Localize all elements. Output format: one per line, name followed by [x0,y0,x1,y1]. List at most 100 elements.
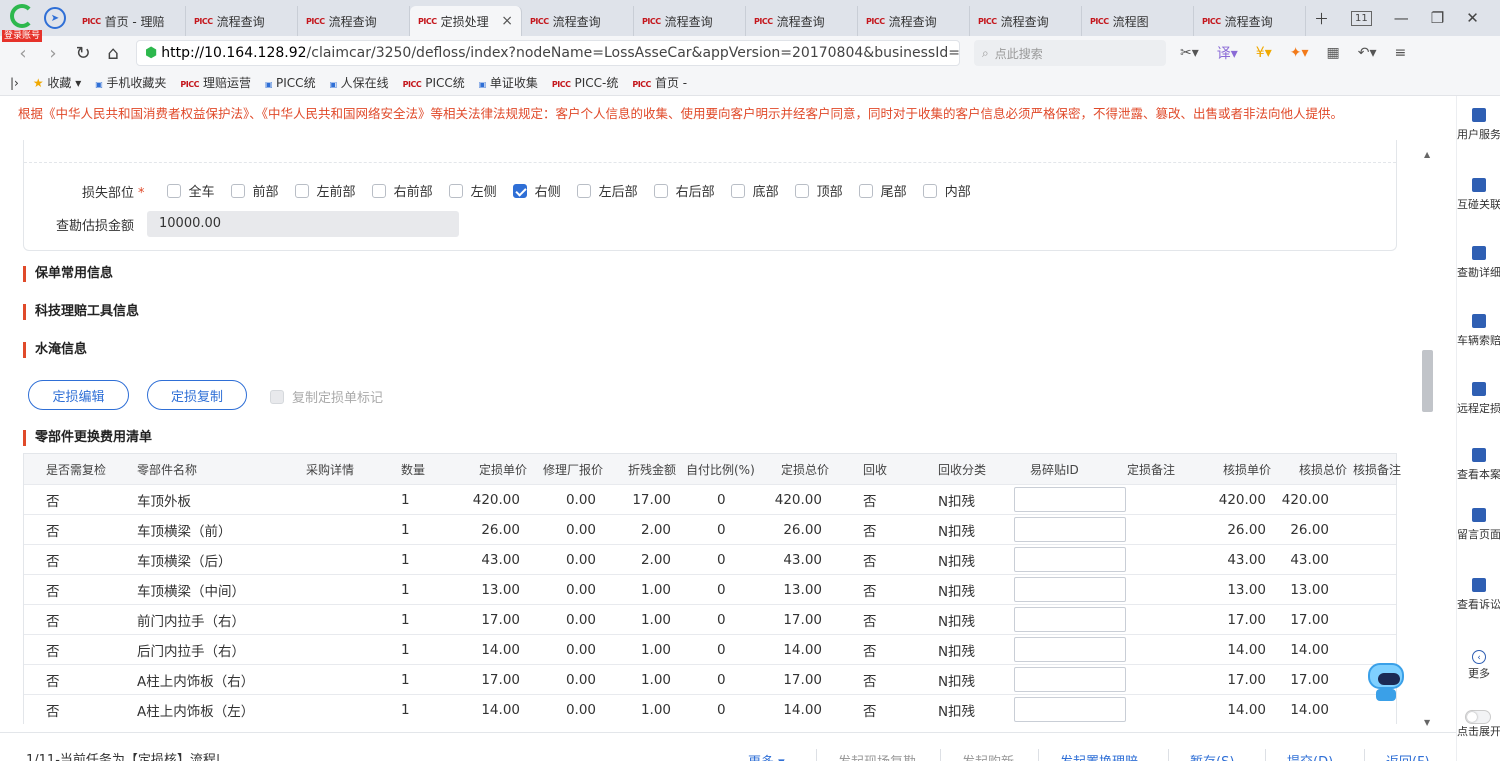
fragile-sticker-id-input[interactable] [1014,577,1126,602]
right-panel-item-2[interactable]: 互碰关联 [1457,178,1500,211]
translate-icon[interactable]: 译▾ [1217,43,1238,63]
fragile-sticker-id-input[interactable] [1014,637,1126,662]
close-tab-icon[interactable]: × [501,13,513,29]
checkbox-icon[interactable] [858,183,873,198]
loss-part-option-9[interactable]: 底部 [730,181,779,200]
checkbox-icon[interactable] [371,183,386,198]
tab-10[interactable]: PICC 流程图 [1082,6,1194,36]
right-panel-item-1[interactable]: 用户服务 [1457,108,1500,141]
right-panel-item-3[interactable]: 查勘详细信息 [1457,246,1500,279]
loss-part-option-2[interactable]: 前部 [230,181,279,200]
copy-loss-button[interactable]: 定损复制 [147,380,247,410]
tab-5[interactable]: PICC 流程查询 [522,6,634,36]
checkbox-icon[interactable] [576,183,591,198]
undo-icon[interactable]: ↶▾ [1358,45,1377,61]
fragile-sticker-id-input[interactable] [1014,517,1126,542]
loss-part-option-12[interactable]: 内部 [922,181,971,200]
loss-part-option-8[interactable]: 右后部 [653,181,715,200]
grid-icon[interactable]: ▦ [1327,45,1340,61]
tab-count-badge[interactable]: 11 [1351,10,1372,26]
section-tech-tools[interactable]: 科技理赔工具信息 [23,304,139,320]
right-panel-item-8[interactable]: 查看诉讼信息 [1457,578,1500,611]
checkbox-icon[interactable] [230,183,245,198]
loss-part-option-7[interactable]: 左后部 [576,181,638,200]
coin-icon[interactable]: ¥▾ [1256,45,1272,61]
copy-flag-checkbox[interactable]: 复制定损单标记 [270,387,383,406]
checkbox-icon[interactable] [294,183,309,198]
scissors-icon[interactable]: ✂▾ [1180,45,1199,61]
home-icon[interactable]: ⌂ [98,43,128,64]
forward-icon[interactable]: › [38,43,68,64]
bookmark-8[interactable]: PICC PICC-统 [552,74,618,91]
section-flood-info[interactable]: 水淹信息 [23,342,87,358]
right-panel-item-9[interactable]: ‹ 更多 [1457,650,1500,680]
checkbox-icon[interactable] [794,183,809,198]
bookmark-1[interactable]: ★ 收藏 ▾ [33,74,81,91]
loss-part-option-3[interactable]: 左前部 [294,181,356,200]
bookmark-3[interactable]: PICC 理赔运营 [180,74,251,91]
tab-3[interactable]: PICC 流程查询 [298,6,410,36]
menu-icon[interactable]: ≡ [1395,45,1407,61]
loss-part-option-11[interactable]: 尾部 [858,181,907,200]
restore-icon[interactable]: ❐ [1431,9,1444,27]
right-panel-item-10[interactable]: 点击展开 [1457,726,1500,738]
section-policy-info[interactable]: 保单常用信息 [23,266,113,282]
tab-9[interactable]: PICC 流程查询 [970,6,1082,36]
search-input[interactable]: ⌕ 点此搜索 [974,40,1166,66]
return-button[interactable]: 返回(F) [1386,751,1430,761]
tab-6[interactable]: PICC 流程查询 [634,6,746,36]
fragile-sticker-id-input[interactable] [1014,607,1126,632]
scroll-down-icon[interactable]: ▼ [1424,718,1430,727]
loss-part-option-6[interactable]: 右侧 [512,181,561,200]
sidebar-toggle-icon[interactable]: |› [10,76,19,90]
bookmark-2[interactable]: ▣ 手机收藏夹 [95,74,166,91]
submit-button[interactable]: 提交(D) [1287,751,1333,761]
tab-7[interactable]: PICC 流程查询 [746,6,858,36]
page-scrollbar[interactable]: ▲ ▼ [1420,140,1436,732]
scroll-up-icon[interactable]: ▲ [1424,150,1430,159]
fragile-sticker-id-input[interactable] [1014,487,1126,512]
bookmark-7[interactable]: ▣ 单证收集 [479,74,538,91]
loss-part-option-5[interactable]: 左侧 [448,181,497,200]
bookmark-4[interactable]: ▣ PICC统 [265,74,316,91]
edit-loss-button[interactable]: 定损编辑 [28,380,129,410]
save-draft-button[interactable]: 暂存(S) [1190,751,1234,761]
url-input[interactable]: ⬢ http://10.164.128.92 /claimcar/3250/de… [136,40,960,66]
checkbox-icon[interactable] [166,183,181,198]
tab-11[interactable]: PICC 流程查询 [1194,6,1306,36]
login-account-badge[interactable]: 登录账号 [2,30,43,42]
game-icon[interactable]: ✦▾ [1290,45,1309,61]
scrollbar-thumb[interactable] [1422,350,1433,412]
fragile-sticker-id-input[interactable] [1014,697,1126,722]
right-panel-item-6[interactable]: 查看本案照片 [1457,448,1500,481]
section-parts-list[interactable]: 零部件更换费用清单 [23,430,152,446]
bookmark-5[interactable]: ▣ 人保在线 [330,74,389,91]
back-icon[interactable]: ‹ [8,43,38,64]
tab-4[interactable]: PICC 定损处理 × [410,6,522,36]
bookmark-9[interactable]: PICC 首页 - [632,74,687,91]
fragile-sticker-id-input[interactable] [1014,667,1126,692]
initiate-purchase-button[interactable]: 发起购新 [962,751,1014,761]
assistant-robot-icon[interactable] [1366,661,1406,705]
right-panel-item-4[interactable]: 车辆索赔清单 [1457,314,1500,347]
checkbox-icon[interactable] [512,183,527,198]
replacement-claim-button[interactable]: 发起置换理赔 [1060,751,1138,761]
loss-part-option-10[interactable]: 顶部 [794,181,843,200]
expand-toggle[interactable] [1465,710,1491,724]
checkbox-icon[interactable] [730,183,745,198]
reload-icon[interactable]: ↻ [68,43,98,64]
checkbox-icon[interactable] [922,183,937,198]
right-panel-item-5[interactable]: 远程定损照片上传 [1457,382,1500,415]
tab-8[interactable]: PICC 流程查询 [858,6,970,36]
minimize-icon[interactable]: — [1394,9,1409,27]
loss-part-option-4[interactable]: 右前部 [371,181,433,200]
close-window-icon[interactable]: ✕ [1466,9,1479,27]
tab-2[interactable]: PICC 流程查询 [186,6,298,36]
checkbox-icon[interactable] [270,389,284,404]
navigate-icon[interactable]: ➤ [44,7,66,29]
loss-part-option-1[interactable]: 全车 [166,181,215,200]
new-tab-icon[interactable]: ＋ [1314,8,1329,29]
right-panel-item-7[interactable]: 留言页面 [1457,508,1500,541]
tab-1[interactable]: PICC 首页 - 理赔 [74,6,186,36]
survey-amount-field[interactable]: 10000.00 [147,211,460,237]
